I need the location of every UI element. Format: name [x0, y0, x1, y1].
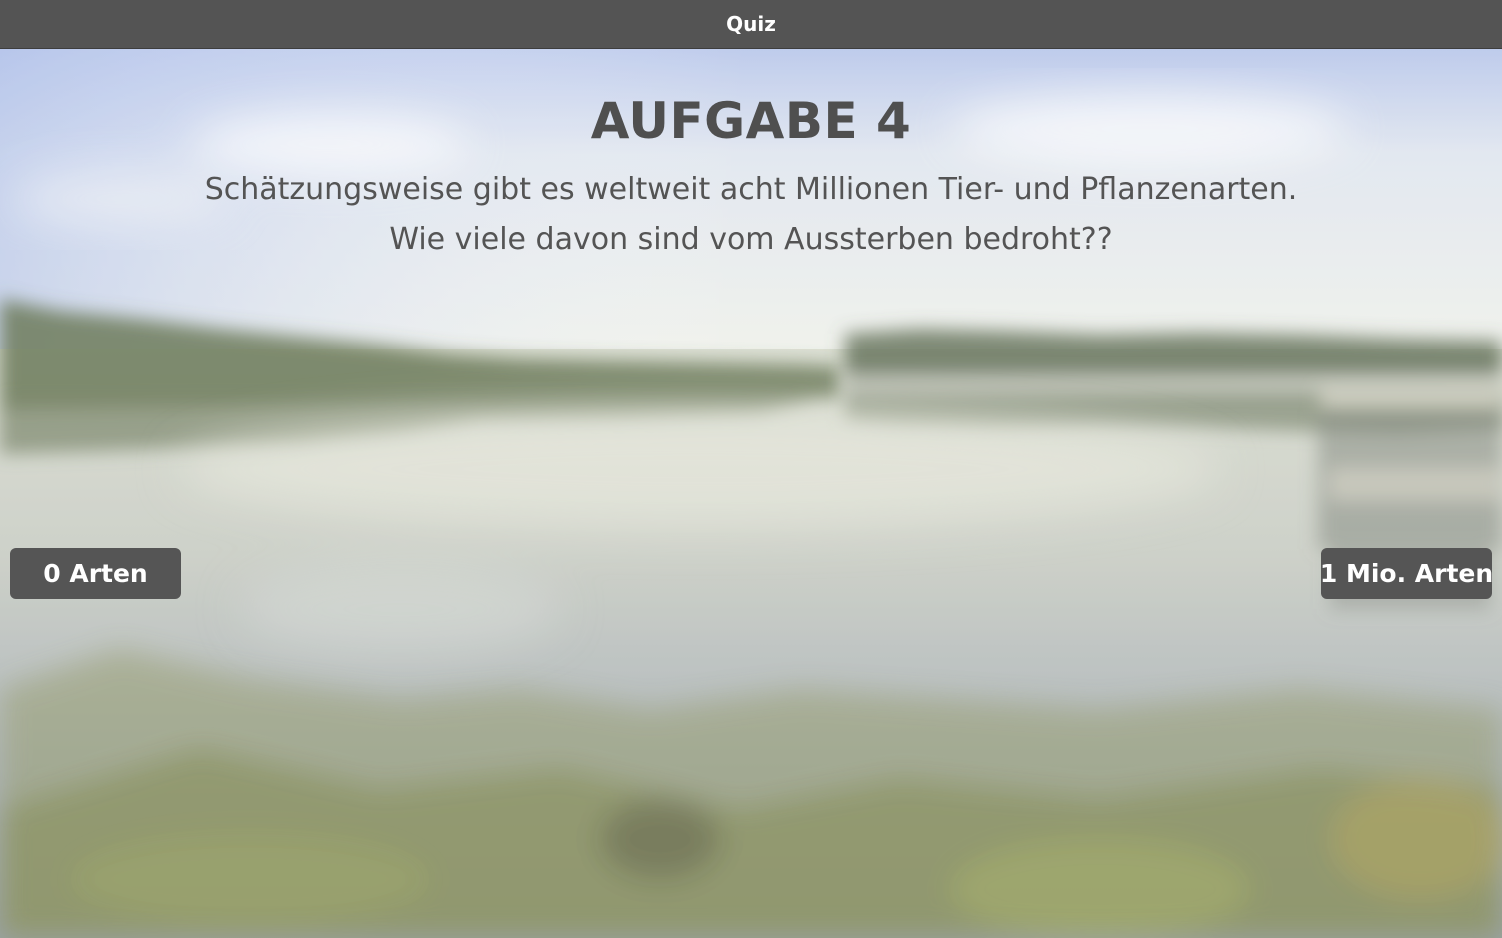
window-title: Quiz: [726, 12, 776, 36]
answer-max-label: 1 Mio. Arten: [1319, 559, 1494, 588]
answer-max-button[interactable]: 1 Mio. Arten: [1319, 548, 1494, 599]
answer-min-button[interactable]: 0 Arten: [10, 548, 181, 599]
answer-min-label: 0 Arten: [43, 559, 148, 588]
question-line-2: Wie viele davon sind vom Aussterben bedr…: [389, 222, 1113, 257]
question-line-1: Schätzungsweise gibt es weltweit acht Mi…: [204, 172, 1298, 207]
title-bar: Quiz: [0, 0, 1502, 49]
task-heading: AUFGABE 4: [590, 92, 912, 150]
quiz-window: Quiz AUFGABE 4 Schätzungsweise gibt es w…: [0, 0, 1502, 938]
